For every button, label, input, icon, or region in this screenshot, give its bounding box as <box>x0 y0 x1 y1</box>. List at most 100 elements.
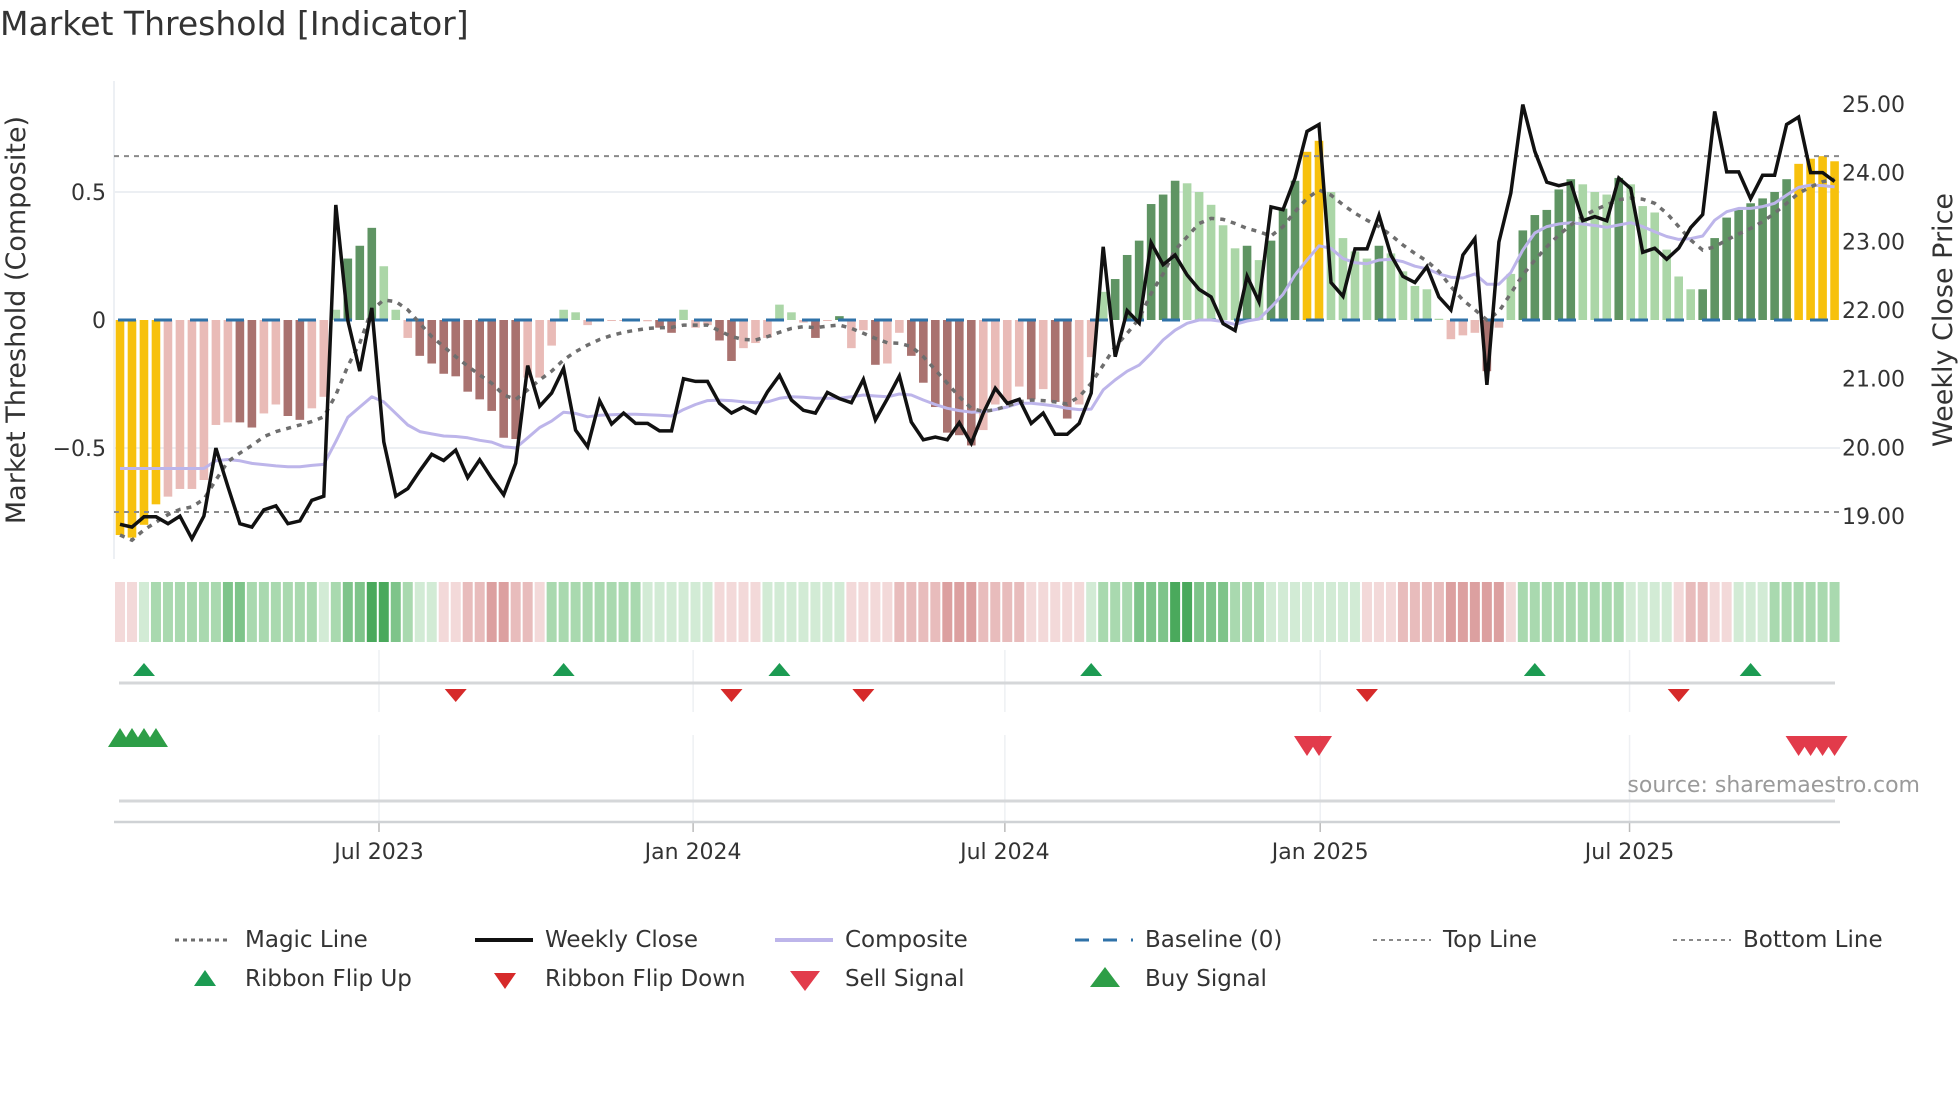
ribbon-cell <box>1553 582 1564 642</box>
composite-bar <box>1722 217 1731 320</box>
legend-item-top: Top Line <box>1373 925 1537 955</box>
ribbon-cell <box>1122 582 1133 642</box>
ribbon-cell <box>1565 582 1576 642</box>
legend-item-sell: Sell Signal <box>775 964 965 994</box>
ribbon-cell <box>534 582 545 642</box>
ribbon-cell <box>1361 582 1372 642</box>
ribbon-cell <box>1098 582 1109 642</box>
ribbon-cell <box>1805 582 1816 642</box>
composite-bar <box>943 320 952 433</box>
ribbon-cell <box>1685 582 1696 642</box>
ribbon-cell <box>390 582 401 642</box>
composite-bar <box>127 320 137 538</box>
composite-bar <box>1458 320 1468 336</box>
composite-bar <box>1302 151 1312 320</box>
composite-bar <box>403 320 413 338</box>
ribbon-cell <box>1014 582 1025 642</box>
composite-bar <box>1806 158 1815 320</box>
right-tick-label: 20.00 <box>1842 436 1905 461</box>
ribbon-cell <box>1529 582 1540 642</box>
composite-bar <box>1554 189 1564 320</box>
ribbon-cell <box>906 582 917 642</box>
ribbon-flip-down-marker <box>720 689 743 702</box>
composite-bar <box>379 266 389 320</box>
composite-bar <box>1218 225 1228 320</box>
legend-item-close: Weekly Close <box>475 925 698 955</box>
ribbon-cell <box>582 582 593 642</box>
left-axis-title: Market Threshold (Composite) <box>1 116 32 524</box>
composite-bar <box>1026 320 1036 400</box>
series-lines <box>119 104 1836 543</box>
ribbon-cell <box>198 582 209 642</box>
ribbon-cell <box>1781 582 1792 642</box>
ribbon-cell <box>1421 582 1432 642</box>
ribbon-cell <box>306 582 317 642</box>
weekly-close-line <box>119 104 1836 543</box>
ribbon-cell <box>1649 582 1660 642</box>
ribbon-cell <box>1709 582 1720 642</box>
ribbon-cell <box>666 582 677 642</box>
ribbon-cell <box>1673 582 1684 642</box>
ribbon-cell <box>1134 582 1145 642</box>
legend-swatch-close-icon <box>475 938 533 942</box>
ribbon-cell <box>450 582 461 642</box>
composite-bar <box>847 320 856 349</box>
ribbon-cell <box>726 582 737 642</box>
right-tick-label: 19.00 <box>1842 505 1905 530</box>
ribbon-cell <box>606 582 617 642</box>
composite-bar <box>1038 320 1048 390</box>
legend-label: Bottom Line <box>1743 927 1883 953</box>
ribbon-cell <box>1110 582 1121 642</box>
composite-bar <box>163 320 173 497</box>
ribbon-cell <box>1589 582 1600 642</box>
ribbon-cell <box>678 582 689 642</box>
composite-bar <box>1578 184 1588 320</box>
ribbon-cell <box>654 582 665 642</box>
composite-bar <box>1410 285 1420 320</box>
composite-bar <box>727 320 736 361</box>
ribbon-cell <box>1457 582 1468 642</box>
ribbon-cell <box>1314 582 1324 642</box>
x-tick-label: Jul 2023 <box>332 840 424 865</box>
composite-bar <box>1638 206 1648 320</box>
ribbon-flip-up-marker <box>1739 663 1762 676</box>
ribbon-cell <box>1086 582 1097 642</box>
composite-bar <box>355 245 365 320</box>
ribbon-cell <box>1206 582 1217 642</box>
composite-bar <box>451 320 461 377</box>
ribbon-cell <box>714 582 725 642</box>
composite-bar <box>871 320 880 365</box>
composite-bar <box>571 312 580 320</box>
ribbon-cell <box>258 582 269 642</box>
composite-bar <box>1710 238 1719 320</box>
ribbon-cell <box>1829 582 1840 642</box>
composite-bar <box>499 320 508 438</box>
ribbon-cell <box>738 582 749 642</box>
ribbon-cell <box>1242 582 1253 642</box>
ribbon-cell <box>438 582 449 642</box>
composite-bar <box>1698 289 1707 320</box>
ribbon-cell <box>786 582 797 642</box>
ribbon-cell <box>1266 582 1277 642</box>
legend-swatch-buy-icon <box>1090 967 1120 987</box>
ribbon-cell <box>282 582 293 642</box>
ribbon-cell <box>294 582 305 642</box>
composite-bar <box>919 320 928 383</box>
right-tick-label: 23.00 <box>1842 230 1905 255</box>
composite-bar <box>787 312 796 320</box>
ribbon-cell <box>1481 582 1492 642</box>
ribbon-cell <box>642 582 653 642</box>
composite-bar <box>259 320 269 414</box>
legend-swatch-flip_down-icon <box>494 973 516 989</box>
legend-label: Top Line <box>1443 927 1538 953</box>
ribbon-cell <box>174 582 185 642</box>
ribbon-cell <box>330 582 341 642</box>
composite-bar <box>475 320 484 400</box>
ribbon-flip-down-marker <box>1355 689 1378 702</box>
composite-bar <box>1002 320 1012 402</box>
ribbon-cell <box>1769 582 1780 642</box>
ribbon-cell <box>1493 582 1504 642</box>
ribbon-cell <box>1026 582 1037 642</box>
ribbon-cell <box>1625 582 1636 642</box>
ribbon-cell <box>690 582 701 642</box>
